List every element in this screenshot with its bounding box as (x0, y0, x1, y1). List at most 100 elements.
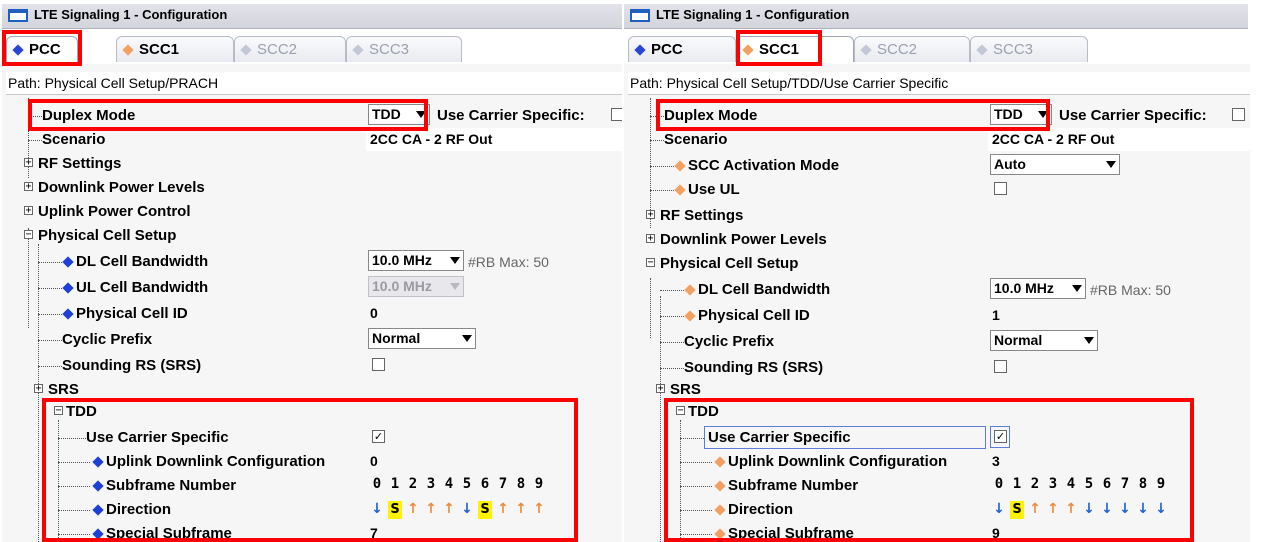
tree-line (38, 314, 62, 315)
expand-plus-icon[interactable]: + (34, 384, 43, 394)
row-direction: Direction ↓ S ↑ ↑ ↑ ↓ ↓ ↓ ↓ ↓ (628, 498, 1250, 522)
tab-scc2[interactable]: SCC2 (854, 36, 970, 62)
sounding-rs-checkbox[interactable] (372, 358, 385, 371)
row-downlink-power-levels[interactable]: + Downlink Power Levels (6, 176, 628, 200)
ul-dl-configuration-value[interactable]: 3 (992, 453, 1000, 469)
cyclic-prefix-select[interactable]: Normal (990, 330, 1098, 351)
cyclic-prefix-select[interactable]: Normal (368, 328, 476, 349)
collapse-minus-icon[interactable]: − (676, 406, 685, 416)
ul-cell-bandwidth-select: 10.0 MHz (368, 276, 464, 297)
row-direction: Direction ↓ S ↑ ↑ ↑ ↓ S ↑ ↑ ↑ (6, 498, 628, 522)
row-duplex-mode[interactable]: Duplex Mode TDD Use Carrier Specific: (628, 104, 1250, 128)
tab-scc1[interactable]: SCC1 (116, 36, 234, 62)
special-subframe-label: Special Subframe (728, 525, 854, 542)
tab-scc3[interactable]: SCC3 (346, 36, 462, 62)
row-sounding-rs[interactable]: Sounding RS (SRS) (6, 354, 628, 378)
row-physical-cell-setup[interactable]: − Physical Cell Setup (628, 252, 1250, 276)
collapse-minus-icon[interactable]: − (646, 258, 655, 268)
expand-plus-icon[interactable]: + (646, 234, 655, 244)
dl-bw-value: 10.0 MHz (372, 252, 432, 268)
subframe-number: 6 (480, 476, 490, 492)
duplex-mode-value: TDD (994, 106, 1023, 122)
row-use-carrier-specific[interactable]: Use Carrier Specific ✓ (628, 426, 1250, 450)
row-use-ul[interactable]: Use UL (628, 178, 1250, 202)
row-cyclic-prefix[interactable]: Cyclic Prefix Normal (628, 330, 1250, 354)
row-uplink-power-control[interactable]: + Uplink Power Control (6, 200, 628, 224)
row-cyclic-prefix[interactable]: Cyclic Prefix Normal (6, 328, 628, 352)
row-duplex-mode[interactable]: Duplex Mode TDD Use Carrier Specific: (6, 104, 628, 128)
diamond-icon (714, 480, 726, 492)
expand-plus-icon[interactable]: + (24, 182, 33, 192)
scenario-value: 2CC CA - 2 RF Out (370, 131, 493, 147)
tree-line (38, 340, 62, 341)
uplink-power-control-label: Uplink Power Control (38, 203, 191, 220)
duplex-mode-select[interactable]: TDD (990, 104, 1052, 125)
collapse-minus-icon[interactable]: − (54, 406, 63, 416)
row-tdd[interactable]: − TDD (628, 400, 1250, 424)
row-physical-cell-id[interactable]: Physical Cell ID 1 (628, 304, 1250, 328)
row-physical-cell-setup[interactable]: − Physical Cell Setup (6, 224, 628, 248)
row-downlink-power-levels[interactable]: + Downlink Power Levels (628, 228, 1250, 252)
arrow-down-icon: ↓ (993, 501, 1005, 517)
row-special-subframe[interactable]: Special Subframe 9 (628, 522, 1250, 542)
use-ul-checkbox[interactable] (994, 182, 1007, 195)
row-srs[interactable]: + SRS (628, 378, 1250, 402)
collapse-minus-icon[interactable]: − (24, 230, 33, 240)
row-ul-dl-configuration[interactable]: Uplink Downlink Configuration 3 (628, 450, 1250, 474)
scenario-label: Scenario (42, 131, 106, 148)
row-srs[interactable]: + SRS (6, 378, 628, 402)
ul-dl-configuration-value[interactable]: 0 (370, 453, 378, 469)
use-carrier-specific-label: Use Carrier Specific (86, 429, 229, 446)
row-rf-settings[interactable]: + RF Settings (6, 152, 628, 176)
arrow-down-icon: ↓ (1155, 501, 1167, 517)
tab-label: SCC3 (993, 41, 1034, 58)
expand-plus-icon[interactable]: + (646, 210, 655, 220)
row-use-carrier-specific[interactable]: Use Carrier Specific ✓ (6, 426, 628, 450)
tab-scc1[interactable]: SCC1 (736, 36, 854, 62)
subframe-number: 0 (994, 476, 1004, 492)
arrow-down-icon: ↓ (461, 501, 473, 517)
special-subframe-indicator: S (388, 501, 402, 519)
tree-line (58, 534, 90, 535)
arrow-up-icon: ↑ (1029, 501, 1041, 517)
physical-cell-id-value[interactable]: 1 (992, 307, 1000, 323)
tab-pcc[interactable]: PCC (628, 36, 736, 62)
use-carrier-specific-checkbox[interactable]: ✓ (994, 430, 1007, 443)
sounding-rs-checkbox[interactable] (994, 360, 1007, 373)
row-ul-dl-configuration[interactable]: Uplink Downlink Configuration 0 (6, 450, 628, 474)
row-physical-cell-id[interactable]: Physical Cell ID 0 (6, 302, 628, 326)
row-dl-cell-bandwidth[interactable]: DL Cell Bandwidth 10.0 MHz #RB Max: 50 (628, 278, 1250, 302)
diamond-icon (976, 44, 988, 56)
tab-scc2[interactable]: SCC2 (234, 36, 346, 62)
row-scc-activation-mode[interactable]: SCC Activation Mode Auto (628, 154, 1250, 178)
row-tdd[interactable]: − TDD (6, 400, 628, 424)
use-carrier-specific-checkbox[interactable]: ✓ (372, 430, 385, 443)
tab-pcc[interactable]: PCC (6, 36, 78, 62)
special-subframe-label: Special Subframe (106, 525, 232, 542)
row-rf-settings[interactable]: + RF Settings (628, 204, 1250, 228)
diamond-icon (62, 256, 74, 268)
expand-plus-icon[interactable]: + (24, 206, 33, 216)
use-carrier-specific-inline-checkbox[interactable] (1232, 108, 1245, 121)
window-icon (8, 9, 28, 22)
special-subframe-indicator: S (1010, 501, 1024, 519)
expand-plus-icon[interactable]: + (656, 384, 665, 394)
dl-cell-bandwidth-select[interactable]: 10.0 MHz (990, 278, 1086, 299)
use-carrier-specific-inline-label: Use Carrier Specific: (437, 107, 585, 124)
row-sounding-rs[interactable]: Sounding RS (SRS) (628, 356, 1250, 380)
diamond-icon (860, 44, 872, 56)
physical-cell-id-value[interactable]: 0 (370, 305, 378, 321)
dl-cell-bandwidth-select[interactable]: 10.0 MHz (368, 250, 464, 271)
window-title-bar: LTE Signaling 1 - Configuration (2, 4, 626, 29)
duplex-mode-select[interactable]: TDD (368, 104, 430, 125)
diamond-icon (62, 282, 74, 294)
tab-scc3[interactable]: SCC3 (970, 36, 1088, 62)
scc-activation-mode-select[interactable]: Auto (990, 154, 1120, 175)
use-ul-label: Use UL (688, 181, 740, 198)
expand-plus-icon[interactable]: + (24, 158, 33, 168)
subframe-number: 2 (1030, 476, 1040, 492)
row-dl-cell-bandwidth[interactable]: DL Cell Bandwidth 10.0 MHz #RB Max: 50 (6, 250, 628, 274)
row-special-subframe[interactable]: Special Subframe 7 (6, 522, 628, 542)
special-subframe-value[interactable]: 9 (992, 525, 1000, 541)
special-subframe-value[interactable]: 7 (370, 525, 378, 541)
